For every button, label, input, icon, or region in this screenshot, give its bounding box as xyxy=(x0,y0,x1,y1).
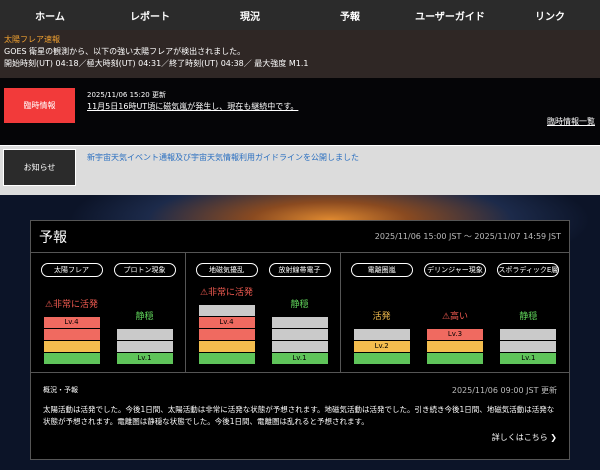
category-pill-button[interactable]: 電離圏嵐 xyxy=(350,263,413,277)
level-cell xyxy=(353,329,410,340)
category-pill-button[interactable]: プロトン現象 xyxy=(113,263,176,277)
level-cell xyxy=(271,329,328,340)
status-label: ⚠高い xyxy=(427,309,483,322)
level-stack: Lv.2 活発 xyxy=(353,309,410,364)
warning-icon: ⚠ xyxy=(44,300,54,310)
status-label: 活発 xyxy=(354,309,410,322)
level-stack: Lv.4 ⚠非常に活発 xyxy=(43,297,100,364)
level-cell xyxy=(43,329,100,340)
forecast-group: 地磁気擾乱 Lv.4 ⚠非常に活発 放射線帯電子 Lv.1 静穏 xyxy=(186,253,341,372)
level-cell: Lv.3 xyxy=(426,329,483,340)
level-cell: Lv.4 xyxy=(198,317,255,328)
level-cell: Lv.1 xyxy=(271,353,328,364)
status-label: 静穏 xyxy=(117,309,173,322)
rapid-info: 臨時情報 2025/11/06 15:20 更新 11月5日16時UT頃に磁気嵐… xyxy=(0,78,600,145)
status-text: 静穏 xyxy=(135,312,154,322)
forecast-title: 予報 xyxy=(39,229,67,246)
rapid-message-link[interactable]: 11月5日16時UT頃に磁気嵐が発生し、現在も継続中です。 xyxy=(87,101,298,112)
level-cell: Lv.1 xyxy=(500,353,557,364)
forecast-meter: 放射線帯電子 Lv.1 静穏 xyxy=(268,253,331,372)
level-cell: Lv.4 xyxy=(43,317,100,328)
forecast-meter: デリンジャー現象 Lv.3 ⚠高い xyxy=(423,253,486,372)
level-cell xyxy=(43,341,100,352)
rapid-date: 2025/11/06 15:20 更新 xyxy=(87,91,166,99)
alert-title: 太陽フレア速報 xyxy=(4,35,60,44)
level-stack: Lv.1 静穏 xyxy=(500,309,557,364)
status-text: 高い xyxy=(450,312,469,322)
forecast-group: 電離圏嵐 Lv.2 活発 デリンジャー現象 Lv.3 ⚠高い スポラディックE層 Lv.1 静穏 xyxy=(341,253,569,372)
flare-alert: 太陽フレア速報 GOES 衛星の観測から、以下の強い太陽フレアが検出されました。… xyxy=(0,30,600,78)
forecast-meter: 地磁気擾乱 Lv.4 ⚠非常に活発 xyxy=(195,253,258,372)
status-text: 静穏 xyxy=(519,312,538,322)
level-cell: Lv.2 xyxy=(353,341,410,352)
level-cell xyxy=(198,305,255,316)
category-pill-button[interactable]: スポラディックE層 xyxy=(497,263,560,277)
level-cell xyxy=(198,353,255,364)
notice: お知らせ 新宇宙天気イベント通報及び宇宙天気情報利用ガイドラインを公開しました xyxy=(0,145,600,195)
level-cell xyxy=(426,353,483,364)
level-stack: Lv.1 静穏 xyxy=(116,309,173,364)
level-cell xyxy=(353,353,410,364)
rapid-list-link[interactable]: 臨時情報一覧 xyxy=(547,116,595,127)
status-label: 静穏 xyxy=(272,297,328,310)
category-pill-button[interactable]: 地磁気擾乱 xyxy=(195,263,258,277)
level-cell xyxy=(116,329,173,340)
level-cell xyxy=(198,329,255,340)
level-stack: Lv.3 ⚠高い xyxy=(426,309,483,364)
level-cell xyxy=(500,341,557,352)
status-label: ⚠非常に活発 xyxy=(199,285,255,298)
status-text: 非常に活発 xyxy=(53,300,99,310)
level-stack: Lv.4 ⚠非常に活発 xyxy=(198,285,255,364)
level-cell: Lv.1 xyxy=(116,353,173,364)
status-label: 静穏 xyxy=(500,309,556,322)
status-text: 非常に活発 xyxy=(208,288,254,298)
nav-links[interactable]: リンク xyxy=(500,8,600,23)
level-cell xyxy=(271,317,328,328)
level-cell xyxy=(116,341,173,352)
summary-updated: 2025/11/06 09:00 JST 更新 xyxy=(451,386,557,395)
nav-forecast[interactable]: 予報 xyxy=(300,8,400,23)
warning-icon: ⚠ xyxy=(199,288,209,298)
forecast-meter: スポラディックE層 Lv.1 静穏 xyxy=(497,253,560,372)
forecast-panel: 予報 2025/11/06 15:00 JST ～ 2025/11/07 14:… xyxy=(30,220,570,460)
forecast-range: 2025/11/06 15:00 JST ～ 2025/11/07 14:59 … xyxy=(374,232,561,241)
more-link[interactable]: 詳しくはこちら ❯ xyxy=(43,432,557,443)
nav-current[interactable]: 現況 xyxy=(200,8,300,23)
level-cell xyxy=(500,329,557,340)
level-cell xyxy=(426,341,483,352)
status-text: 静穏 xyxy=(290,300,309,310)
forecast-meter: 太陽フレア Lv.4 ⚠非常に活発 xyxy=(40,253,103,372)
nav-guide[interactable]: ユーザーガイド xyxy=(400,8,500,23)
alert-line1: GOES 衛星の観測から、以下の強い太陽フレアが検出されました。 xyxy=(4,47,246,56)
level-cell xyxy=(198,341,255,352)
main-nav: ホーム レポート 現況 予報 ユーザーガイド リンク xyxy=(0,0,600,30)
rapid-badge: 臨時情報 xyxy=(4,88,75,123)
level-cell xyxy=(43,353,100,364)
alert-line2: 開始時刻(UT) 04:18／極大時刻(UT) 04:31／終了時刻(UT) 0… xyxy=(4,59,309,68)
forecast-groups: 太陽フレア Lv.4 ⚠非常に活発 プロトン現象 Lv.1 静穏 地磁気擾乱 Lv.4 ⚠非常に… xyxy=(31,253,569,373)
forecast-meter: プロトン現象 Lv.1 静穏 xyxy=(113,253,176,372)
category-pill-button[interactable]: デリンジャー現象 xyxy=(423,263,486,277)
warning-icon: ⚠ xyxy=(441,312,451,322)
category-pill-button[interactable]: 放射線帯電子 xyxy=(268,263,331,277)
summary-title: 概況・予報 xyxy=(43,386,78,394)
forecast-group: 太陽フレア Lv.4 ⚠非常に活発 プロトン現象 Lv.1 静穏 xyxy=(31,253,186,372)
nav-home[interactable]: ホーム xyxy=(0,8,100,23)
status-label: ⚠非常に活発 xyxy=(44,297,100,310)
summary: 概況・予報 2025/11/06 09:00 JST 更新 太陽活動は活発でした。… xyxy=(31,373,569,451)
summary-body: 太陽活動は活発でした。今後1日間、太陽活動は非常に活発な状態が予想されます。地磁… xyxy=(43,405,555,426)
nav-report[interactable]: レポート xyxy=(100,8,200,23)
level-cell xyxy=(271,341,328,352)
notice-badge: お知らせ xyxy=(3,149,76,186)
level-stack: Lv.1 静穏 xyxy=(271,297,328,364)
category-pill-button[interactable]: 太陽フレア xyxy=(40,263,103,277)
notice-link[interactable]: 新宇宙天気イベント通報及び宇宙天気情報利用ガイドラインを公開しました xyxy=(87,152,359,163)
status-text: 活発 xyxy=(372,312,391,322)
forecast-meter: 電離圏嵐 Lv.2 活発 xyxy=(350,253,413,372)
